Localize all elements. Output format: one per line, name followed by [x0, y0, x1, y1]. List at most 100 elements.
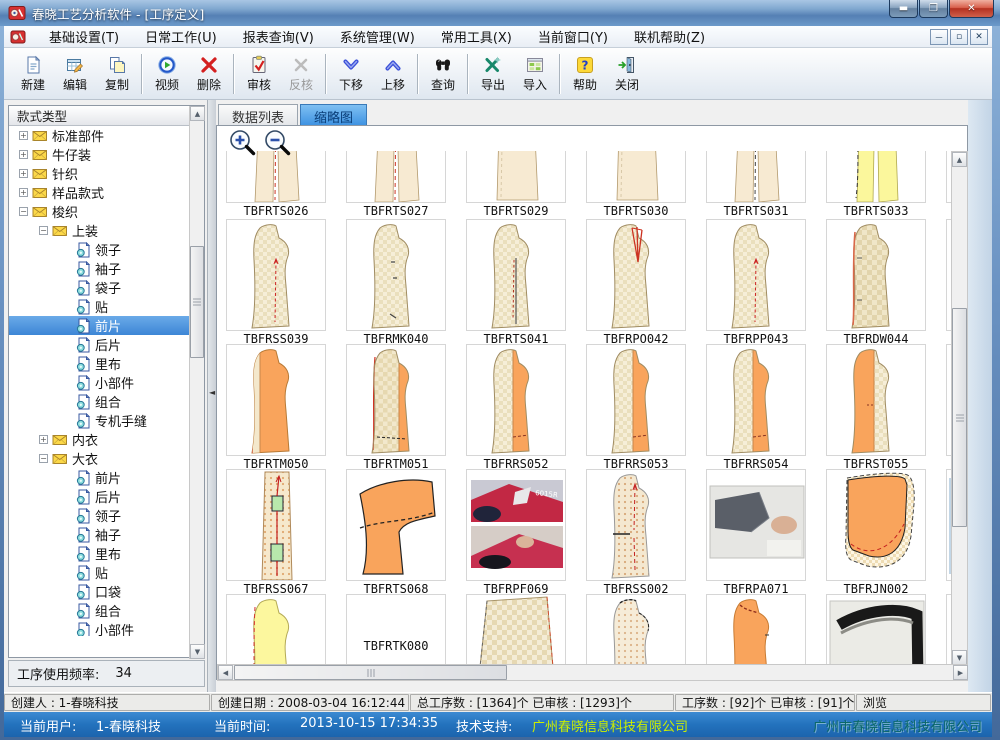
tree-item-标准部件[interactable]: +标准部件 — [9, 126, 189, 145]
tree-item-后片[interactable]: 后片 — [9, 335, 189, 354]
move-up-button[interactable]: 上移 — [372, 51, 414, 97]
tree-scrollbar[interactable]: ▲ ▼ — [189, 106, 204, 659]
tree-item-袖子[interactable]: 袖子 — [9, 525, 189, 544]
thumbnail-cell[interactable] — [946, 594, 951, 664]
thumbnail-cell[interactable]: TBFRTK080 — [346, 594, 446, 664]
collapse-icon[interactable]: − — [19, 207, 28, 216]
collapse-icon[interactable]: − — [39, 454, 48, 463]
minimize-button[interactable]: ▬ — [889, 0, 918, 18]
thumbnail-cell[interactable] — [346, 344, 446, 456]
v-scroll-thumb[interactable] — [952, 308, 967, 527]
horizontal-scrollbar[interactable]: ◀ ▶ — [217, 664, 968, 681]
tree-item-贴[interactable]: 贴 — [9, 297, 189, 316]
h-scroll-thumb[interactable] — [234, 665, 507, 680]
thumbnail-cell[interactable] — [586, 151, 686, 203]
tab-缩略图[interactable]: 缩略图 — [300, 104, 367, 125]
thumbnail-cell[interactable] — [466, 151, 566, 203]
splitter[interactable]: ◄ — [207, 100, 216, 692]
thumbnail-cell[interactable] — [346, 469, 446, 581]
zoom-in-icon[interactable] — [228, 128, 258, 158]
thumbnail-cell[interactable] — [946, 344, 951, 456]
expand-icon[interactable]: + — [19, 188, 28, 197]
mdi-close-button[interactable]: ✕ — [970, 29, 988, 45]
thumbnail-cell[interactable] — [826, 469, 926, 581]
tree-item-针织[interactable]: +针织 — [9, 164, 189, 183]
thumbnail-cell[interactable] — [706, 219, 806, 331]
thumbnail-cell[interactable] — [226, 151, 326, 203]
thumbnail-cell[interactable] — [226, 469, 326, 581]
export-button[interactable]: 导出 — [472, 51, 514, 97]
h-scroll-right[interactable]: ▶ — [953, 665, 968, 680]
thumbnail-cell[interactable] — [706, 594, 806, 664]
tree-item-组合[interactable]: 组合 — [9, 601, 189, 620]
tree-scroll-up[interactable]: ▲ — [190, 106, 205, 121]
thumbnail-cell[interactable] — [946, 151, 951, 203]
tree-item-牛仔装[interactable]: +牛仔装 — [9, 145, 189, 164]
tree-item-样品款式[interactable]: +样品款式 — [9, 183, 189, 202]
move-down-button[interactable]: 下移 — [330, 51, 372, 97]
tree-item-口袋[interactable]: 口袋 — [9, 582, 189, 601]
tree-item-小部件[interactable]: 小部件 — [9, 620, 189, 636]
zoom-out-icon[interactable] — [263, 128, 293, 158]
tree-item-专机手缝[interactable]: 专机手缝 — [9, 411, 189, 430]
menu-item[interactable]: 当前窗口(Y) — [525, 29, 621, 48]
close-door-button[interactable]: 关闭 — [606, 51, 648, 97]
thumbnail-cell[interactable] — [586, 219, 686, 331]
tree-item-袖子[interactable]: 袖子 — [9, 259, 189, 278]
thumbnail-cell[interactable] — [226, 219, 326, 331]
v-scroll-up[interactable]: ▲ — [952, 152, 967, 167]
thumbnail-cell[interactable] — [946, 219, 951, 331]
vertical-scrollbar[interactable]: ▲ ▼ — [951, 151, 968, 664]
thumbnail-cell[interactable]: 6015R — [466, 469, 566, 581]
tree-item-内衣[interactable]: +内衣 — [9, 430, 189, 449]
tree-item-小部件[interactable]: 小部件 — [9, 373, 189, 392]
tree-item-上装[interactable]: −上装 — [9, 221, 189, 240]
video-button[interactable]: 视频 — [146, 51, 188, 97]
menu-item[interactable]: 基础设置(T) — [36, 29, 132, 48]
menu-item[interactable]: 常用工具(X) — [428, 29, 525, 48]
tree-item-袋子[interactable]: 袋子 — [9, 278, 189, 297]
menu-item[interactable]: 报表查询(V) — [230, 29, 327, 48]
new-doc-button[interactable]: 新建 — [12, 51, 54, 97]
thumbnail-cell[interactable] — [466, 594, 566, 664]
menu-item[interactable]: 系统管理(W) — [327, 29, 428, 48]
copy-button[interactable]: 复制 — [96, 51, 138, 97]
mdi-restore-button[interactable]: ▫ — [950, 29, 968, 45]
thumbnail-cell[interactable] — [946, 469, 951, 581]
import-button[interactable]: 导入 — [514, 51, 556, 97]
thumbnail-cell[interactable] — [466, 344, 566, 456]
thumbnail-cell[interactable] — [706, 151, 806, 203]
tree-item-梭织[interactable]: −梭织 — [9, 202, 189, 221]
edit-button[interactable]: 编辑 — [54, 51, 96, 97]
mdi-minimize-button[interactable]: － — [930, 29, 948, 45]
thumbnail-cell[interactable] — [826, 151, 926, 203]
tree-item-领子[interactable]: 领子 — [9, 506, 189, 525]
thumbnail-cell[interactable] — [226, 344, 326, 456]
expand-icon[interactable]: + — [19, 131, 28, 140]
menu-item[interactable]: 联机帮助(Z) — [621, 29, 718, 48]
splitter-collapse-icon[interactable]: ◄ — [209, 388, 215, 397]
expand-icon[interactable]: + — [19, 169, 28, 178]
collapse-icon[interactable]: − — [39, 226, 48, 235]
thumbnail-cell[interactable] — [586, 344, 686, 456]
thumbnail-cell[interactable] — [826, 219, 926, 331]
search-button[interactable]: 查询 — [422, 51, 464, 97]
close-button[interactable]: ✕ — [949, 0, 994, 18]
thumbnail-cell[interactable] — [826, 344, 926, 456]
v-scroll-down[interactable]: ▼ — [952, 650, 967, 665]
tree-item-组合[interactable]: 组合 — [9, 392, 189, 411]
tree-item-前片[interactable]: 前片 — [9, 468, 189, 487]
tree-item-领子[interactable]: 领子 — [9, 240, 189, 259]
menu-item[interactable]: 日常工作(U) — [132, 29, 230, 48]
thumbnail-cell[interactable] — [586, 469, 686, 581]
tree-item-大衣[interactable]: −大衣 — [9, 449, 189, 468]
tab-数据列表[interactable]: 数据列表 — [218, 104, 298, 125]
delete-button[interactable]: 删除 — [188, 51, 230, 97]
tree-item-后片[interactable]: 后片 — [9, 487, 189, 506]
thumbnail-cell[interactable] — [346, 151, 446, 203]
thumbnail-cell[interactable] — [586, 594, 686, 664]
help-button[interactable]: ?帮助 — [564, 51, 606, 97]
thumbnail-cell[interactable] — [346, 219, 446, 331]
tree-item-里布[interactable]: 里布 — [9, 354, 189, 373]
tree-item-里布[interactable]: 里布 — [9, 544, 189, 563]
